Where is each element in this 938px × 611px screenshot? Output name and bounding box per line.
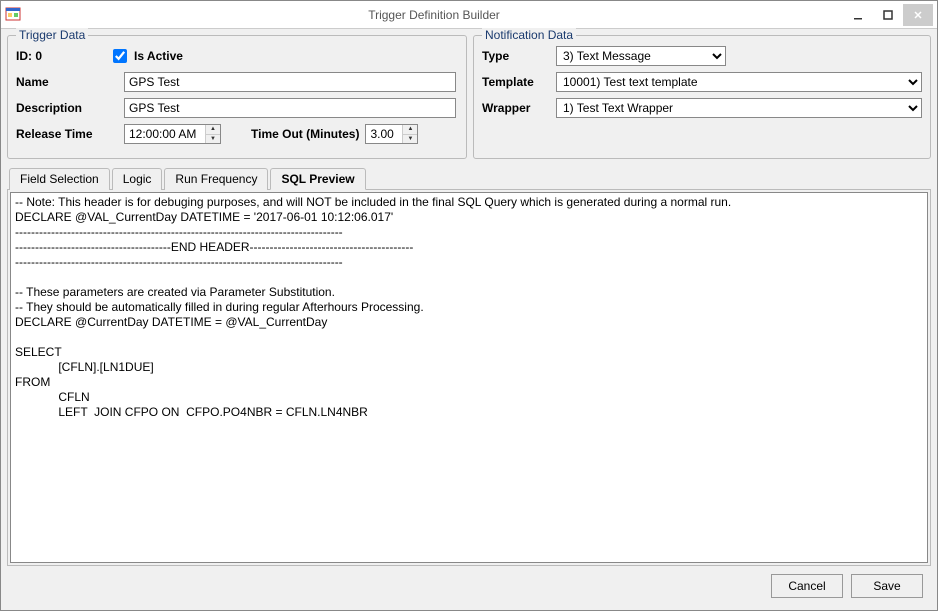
- titlebar: Trigger Definition Builder: [1, 1, 937, 29]
- id-label: ID: 0: [16, 49, 42, 63]
- type-row: Type 3) Text Message: [482, 46, 922, 66]
- is-active-label: Is Active: [134, 49, 183, 63]
- name-row: Name: [16, 72, 458, 92]
- notification-data-title: Notification Data: [482, 28, 576, 42]
- type-label: Type: [482, 49, 550, 63]
- maximize-button[interactable]: [873, 4, 903, 26]
- release-time-spinner[interactable]: ▲ ▼: [124, 124, 221, 144]
- description-input[interactable]: [124, 98, 456, 118]
- template-select[interactable]: 10001) Test text template: [556, 72, 922, 92]
- release-time-label: Release Time: [16, 127, 118, 141]
- release-time-down[interactable]: ▼: [206, 135, 220, 144]
- tab-logic[interactable]: Logic: [112, 168, 163, 190]
- timeout-input[interactable]: [366, 125, 402, 143]
- timeout-up[interactable]: ▲: [403, 125, 417, 135]
- is-active-checkbox-wrap[interactable]: Is Active: [109, 46, 183, 66]
- wrapper-label: Wrapper: [482, 101, 550, 115]
- wrapper-select[interactable]: 1) Test Text Wrapper: [556, 98, 922, 118]
- window-title: Trigger Definition Builder: [25, 8, 843, 22]
- trigger-data-group: Trigger Data ID: 0 Is Active Name: [7, 35, 467, 159]
- timeout-spinner[interactable]: ▲ ▼: [365, 124, 418, 144]
- release-time-up[interactable]: ▲: [206, 125, 220, 135]
- window-controls: [843, 4, 933, 26]
- tab-body: -- Note: This header is for debuging pur…: [7, 190, 931, 566]
- description-label: Description: [16, 101, 118, 115]
- wrapper-select-wrap: 1) Test Text Wrapper: [556, 98, 922, 118]
- cancel-button[interactable]: Cancel: [771, 574, 843, 598]
- footer: Cancel Save: [7, 566, 931, 604]
- template-select-wrap: 10001) Test text template: [556, 72, 922, 92]
- timeout-label: Time Out (Minutes): [251, 127, 359, 141]
- type-select[interactable]: 3) Text Message: [556, 46, 726, 66]
- tabstrip: Field Selection Logic Run Frequency SQL …: [7, 167, 931, 190]
- id-row: ID: 0 Is Active: [16, 46, 458, 66]
- trigger-data-title: Trigger Data: [16, 28, 88, 42]
- top-row: Trigger Data ID: 0 Is Active Name: [7, 35, 931, 159]
- tab-sql-preview[interactable]: SQL Preview: [270, 168, 365, 190]
- description-row: Description: [16, 98, 458, 118]
- template-row: Template 10001) Test text template: [482, 72, 922, 92]
- tab-field-selection[interactable]: Field Selection: [9, 168, 110, 190]
- template-label: Template: [482, 75, 550, 89]
- content-area: Trigger Data ID: 0 Is Active Name: [1, 29, 937, 610]
- wrapper-row: Wrapper 1) Test Text Wrapper: [482, 98, 922, 118]
- close-button[interactable]: [903, 4, 933, 26]
- release-time-input[interactable]: [125, 125, 205, 143]
- minimize-button[interactable]: [843, 4, 873, 26]
- name-label: Name: [16, 75, 118, 89]
- save-button[interactable]: Save: [851, 574, 923, 598]
- release-time-row: Release Time ▲ ▼ Time Out (Minutes) ▲: [16, 124, 458, 144]
- type-select-wrap: 3) Text Message: [556, 46, 922, 66]
- name-input[interactable]: [124, 72, 456, 92]
- notification-data-group: Notification Data Type 3) Text Message T…: [473, 35, 931, 159]
- is-active-checkbox[interactable]: [113, 49, 127, 63]
- timeout-down[interactable]: ▼: [403, 135, 417, 144]
- sql-preview-text[interactable]: -- Note: This header is for debuging pur…: [10, 192, 928, 563]
- app-icon: [5, 7, 21, 23]
- tab-run-frequency[interactable]: Run Frequency: [164, 168, 268, 190]
- app-window: Trigger Definition Builder Trigger Data …: [0, 0, 938, 611]
